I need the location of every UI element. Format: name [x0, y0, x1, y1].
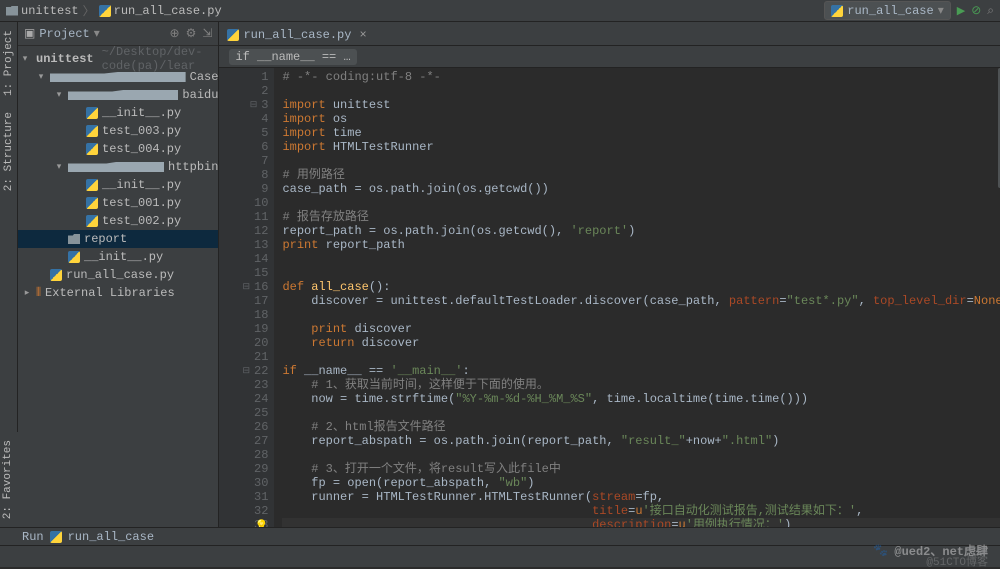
tree-file[interactable]: test_002.py	[18, 212, 218, 230]
tree-file[interactable]: test_003.py	[18, 122, 218, 140]
close-icon[interactable]: ×	[359, 28, 366, 42]
editor-tabs: run_all_case.py×	[219, 22, 1000, 46]
breadcrumb-root[interactable]: unittest	[6, 4, 79, 18]
tab-project[interactable]: 1: Project	[1, 22, 17, 104]
tree-root[interactable]: ▾unittest~/Desktop/dev-code(pa)/lear	[18, 50, 218, 68]
tree-file[interactable]: __init__.py	[18, 248, 218, 266]
run-tool-bar[interactable]: Run run_all_case	[0, 527, 1000, 545]
expand-icon[interactable]: ⊕	[170, 26, 180, 41]
breadcrumb: unittest 〉 run_all_case.py	[6, 2, 222, 19]
tree-file-run-all[interactable]: run_all_case.py	[18, 266, 218, 284]
editor-tab[interactable]: run_all_case.py×	[219, 23, 374, 45]
project-tree[interactable]: ▾unittest~/Desktop/dev-code(pa)/lear ▾Ca…	[18, 46, 218, 527]
chevron-right-icon: 〉	[83, 2, 95, 19]
tree-file[interactable]: __init__.py	[18, 176, 218, 194]
tab-structure[interactable]: 2: Structure	[1, 104, 17, 199]
panel-title: ▣Project	[24, 26, 90, 41]
code-editor[interactable]: # -*- coding:utf-8 -*- import unittestim…	[274, 68, 1000, 527]
intention-bulb-icon[interactable]: 💡	[254, 519, 268, 527]
tree-file[interactable]: __init__.py	[18, 104, 218, 122]
run-button[interactable]: ▶	[957, 4, 965, 18]
status-bar	[0, 545, 1000, 567]
search-icon[interactable]: ⌕	[987, 4, 994, 18]
tree-file[interactable]: test_004.py	[18, 140, 218, 158]
run-config-select[interactable]: run_all_case▾	[824, 1, 950, 20]
debug-button[interactable]: ⊘	[971, 3, 981, 18]
breadcrumb-file[interactable]: run_all_case.py	[99, 4, 222, 18]
navigation-bar[interactable]: if __name__ == …	[219, 46, 1000, 68]
hide-icon[interactable]: ⇲	[202, 26, 212, 41]
tab-favorites[interactable]: 2: Favorites	[0, 432, 16, 527]
tree-file[interactable]: test_001.py	[18, 194, 218, 212]
tree-external-libs[interactable]: ▸⫴External Libraries	[18, 284, 218, 302]
gutter[interactable]: 12⊟3456789101112131415⊟161718192021⊟2223…	[219, 68, 274, 527]
gear-icon[interactable]: ⚙	[186, 26, 197, 41]
tree-folder-httpbin[interactable]: ▾httpbin	[18, 158, 218, 176]
tree-folder-report[interactable]: report	[18, 230, 218, 248]
project-tool-window: ▣Project ▾ ⊕ ⚙ ⇲ ▾unittest~/Desktop/dev-…	[18, 22, 219, 527]
tree-folder-baidu[interactable]: ▾baidu	[18, 86, 218, 104]
